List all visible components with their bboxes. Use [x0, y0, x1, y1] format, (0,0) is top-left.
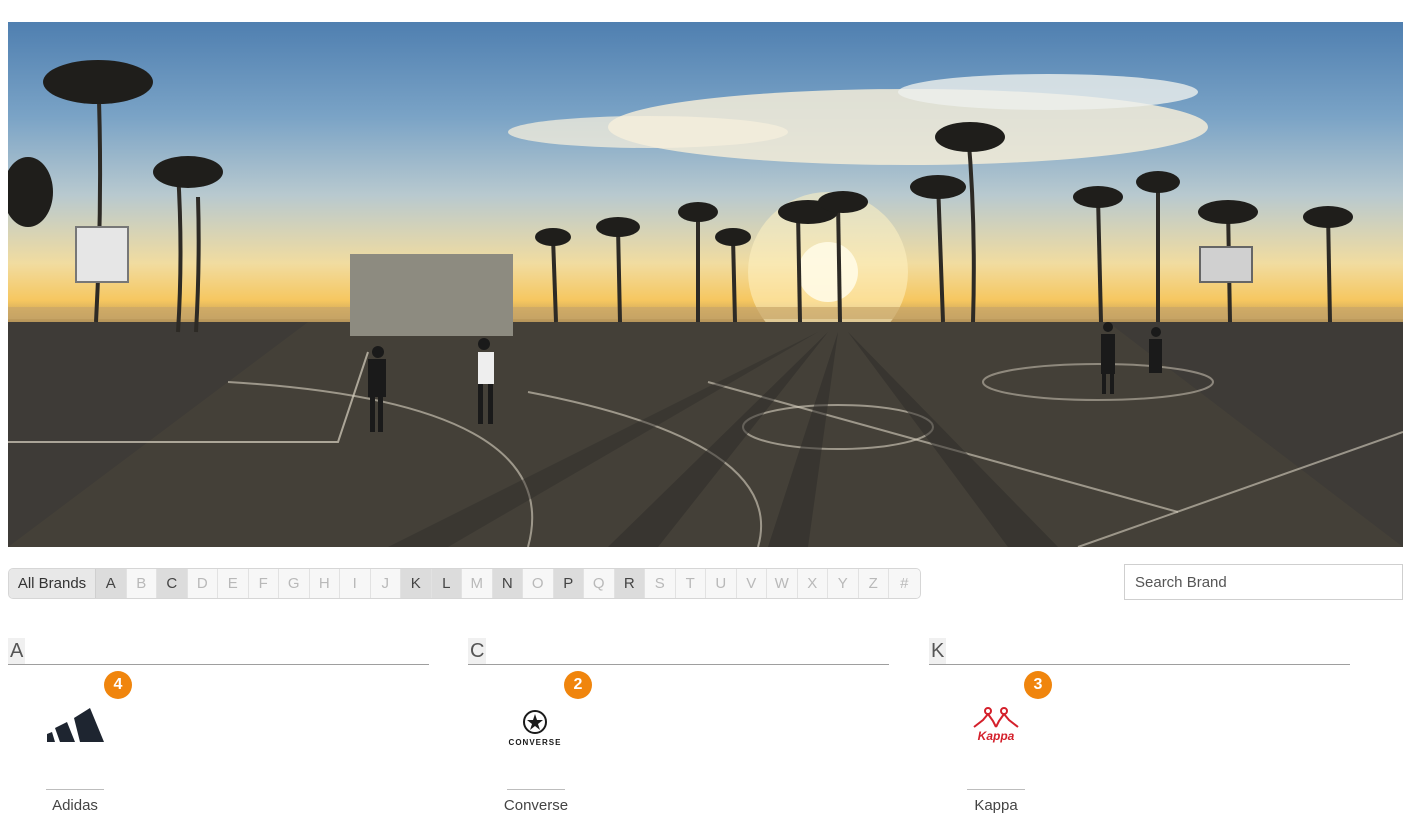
brand-count-badge: 4	[104, 671, 132, 699]
letter-filter-y[interactable]: Y	[828, 569, 859, 598]
all-brands-button[interactable]: All Brands	[9, 569, 96, 598]
brand-name-link[interactable]: Adidas	[25, 797, 125, 814]
brand-name-link[interactable]: Converse	[486, 797, 586, 814]
kappa-brand-link[interactable]: Kappa	[966, 707, 1026, 742]
letter-filter-j[interactable]: J	[370, 569, 401, 598]
converse-brand-link[interactable]: CONVERSE	[505, 709, 565, 748]
converse-logo-icon	[523, 710, 547, 734]
brand-group-a: A	[8, 636, 429, 665]
brand-group-k: K	[929, 636, 1350, 665]
letter-filter-q[interactable]: Q	[584, 569, 615, 598]
letter-filter-x[interactable]: X	[797, 569, 828, 598]
letter-filter-o[interactable]: O	[523, 569, 554, 598]
adidas-brand-link[interactable]	[46, 706, 106, 747]
letter-filter-n[interactable]: N	[492, 569, 523, 598]
group-letter: K	[929, 638, 947, 664]
letter-filter-u[interactable]: U	[706, 569, 737, 598]
letter-filter-hash[interactable]: #	[889, 569, 920, 598]
group-heading: K	[929, 636, 1350, 665]
letter-filter-w[interactable]: W	[767, 569, 798, 598]
letter-filter-d[interactable]: D	[187, 569, 218, 598]
letter-filter-t[interactable]: T	[675, 569, 706, 598]
brand-letter-filter: All Brands A B C D E F G H I J K L M N O P Q R S T U V W X Y Z #	[8, 568, 921, 599]
letter-filter-f[interactable]: F	[248, 569, 279, 598]
letter-filter-m[interactable]: M	[462, 569, 493, 598]
adidas-logo-icon	[47, 708, 104, 742]
brand-divider	[967, 789, 1025, 790]
converse-logo-text: CONVERSE	[508, 738, 562, 747]
brand-group-c: C	[468, 636, 889, 665]
letter-filter-l[interactable]: L	[431, 569, 462, 598]
letter-filter-p[interactable]: P	[553, 569, 584, 598]
search-brand-input[interactable]	[1124, 564, 1403, 600]
kappa-logo-text: Kappa	[977, 729, 1015, 743]
brand-count-badge: 2	[564, 671, 592, 699]
letter-filter-a[interactable]: A	[96, 569, 127, 598]
group-letter: C	[468, 638, 487, 664]
beach-basketball-court-sunset-photo	[8, 60, 1403, 547]
letter-filter-v[interactable]: V	[736, 569, 767, 598]
letter-filter-c[interactable]: C	[157, 569, 188, 598]
letter-filter-s[interactable]: S	[645, 569, 676, 598]
brand-count-badge: 3	[1024, 671, 1052, 699]
letter-filter-k[interactable]: K	[401, 569, 432, 598]
hero-banner	[8, 22, 1403, 547]
group-heading: C	[468, 636, 889, 665]
letter-filter-h[interactable]: H	[309, 569, 340, 598]
letter-filter-i[interactable]: I	[340, 569, 371, 598]
brand-divider	[507, 789, 565, 790]
brand-divider	[46, 789, 104, 790]
group-heading: A	[8, 636, 429, 665]
group-letter: A	[8, 638, 26, 664]
letter-filter-b[interactable]: B	[126, 569, 157, 598]
kappa-logo-icon	[973, 707, 1019, 728]
brand-name-link[interactable]: Kappa	[946, 797, 1046, 814]
letter-filter-z[interactable]: Z	[858, 569, 889, 598]
letter-filter-g[interactable]: G	[279, 569, 310, 598]
letter-filter-r[interactable]: R	[614, 569, 645, 598]
letter-filter-e[interactable]: E	[218, 569, 249, 598]
